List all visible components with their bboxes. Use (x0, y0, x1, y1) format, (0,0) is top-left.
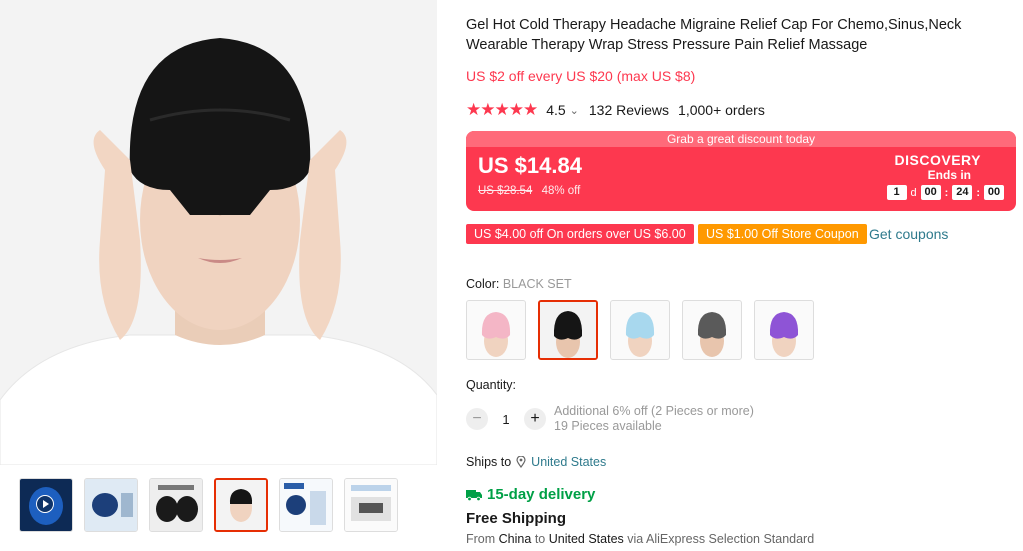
store-promo[interactable]: US $2 off every US $20 (max US $8) (466, 68, 695, 84)
ships-to-label: Ships to (466, 455, 512, 469)
reviews-link[interactable]: 132 Reviews (589, 102, 669, 118)
color-swatch-light-blue[interactable] (610, 300, 670, 360)
get-coupons-link[interactable]: Get coupons (869, 226, 948, 242)
from-country: China (498, 532, 532, 546)
truck-icon (466, 489, 482, 501)
quantity-decrease-button[interactable]: − (466, 408, 488, 430)
campaign-label: DISCOVERY (894, 152, 981, 168)
thumbnail-video[interactable] (19, 478, 73, 532)
color-swatch-pink[interactable] (466, 300, 526, 360)
coupon-store[interactable]: US $1.00 Off Store Coupon (698, 224, 867, 244)
thumbnail-6[interactable] (344, 478, 398, 532)
ships-to-row: Ships to United States (466, 455, 606, 469)
shipping-method: via AliExpress Selection Standard (627, 532, 815, 546)
delivery-days: 15-day delivery (487, 486, 596, 503)
thumbnail-5[interactable] (279, 478, 333, 532)
quantity-label: Quantity: (466, 378, 517, 392)
color-label-text: Color: (466, 277, 503, 291)
from-prefix: From (466, 532, 496, 546)
rating-value[interactable]: 4.5 (546, 102, 565, 118)
main-product-image[interactable] (0, 0, 437, 465)
location-pin-icon (516, 456, 526, 468)
quantity-increase-button[interactable]: + (524, 408, 546, 430)
price-box: Grab a great discount today US $14.84 US… (466, 131, 1016, 211)
thumbnail-2[interactable] (84, 478, 138, 532)
discount-banner: Grab a great discount today (466, 131, 1016, 147)
shipping-route: From China to United States via AliExpre… (466, 532, 814, 546)
timer-days: 1 (886, 185, 907, 200)
thumbnail-4-selected[interactable] (214, 478, 268, 532)
bulk-discount-note: Additional 6% off (2 Pieces or more) (554, 404, 754, 418)
ends-in-label: Ends in (927, 168, 971, 182)
delivery-estimate: 15-day delivery (466, 486, 595, 503)
color-label: Color: BLACK SET (466, 277, 572, 291)
timer-hours: 00 (920, 185, 941, 200)
color-swatch-purple[interactable] (754, 300, 814, 360)
color-swatches (466, 300, 814, 360)
color-swatch-black[interactable] (538, 300, 598, 360)
stock-available: 19 Pieces available (554, 419, 662, 433)
quantity-stepper: − 1 + (466, 408, 546, 430)
color-swatch-gray[interactable] (682, 300, 742, 360)
coupon-order-discount[interactable]: US $4.00 off On orders over US $6.00 (466, 224, 694, 244)
thumbnail-3[interactable] (149, 478, 203, 532)
to-country: United States (548, 532, 624, 546)
original-price: US $28.54 (478, 185, 533, 197)
timer-days-label: d (910, 186, 917, 199)
color-selected-value: BLACK SET (502, 277, 572, 291)
star-rating-icon: ★★★★★ (466, 100, 538, 119)
rating-row: ★★★★★ 4.5 ⌄ 132 Reviews 1,000+ orders (466, 100, 765, 120)
original-price-row: US $28.54 48% off (478, 185, 580, 197)
product-title: Gel Hot Cold Therapy Headache Migraine R… (466, 17, 962, 53)
play-icon (36, 495, 54, 513)
free-shipping-label: Free Shipping (466, 510, 567, 527)
timer-seconds: 00 (984, 185, 1004, 200)
to-word: to (534, 532, 546, 546)
quantity-note: Additional 6% off (2 Pieces or more) 19 … (554, 404, 754, 434)
quantity-value[interactable]: 1 (488, 412, 524, 427)
orders-count: 1,000+ orders (678, 102, 765, 118)
discount-percent: 48% off (541, 185, 581, 197)
current-price: US $14.84 (478, 153, 582, 178)
ships-to-country[interactable]: United States (531, 455, 606, 469)
chevron-down-icon[interactable]: ⌄ (570, 104, 579, 117)
timer-minutes: 24 (952, 185, 973, 200)
thumbnail-strip (19, 478, 398, 532)
countdown-timer: 1 d 00 : 24 : 00 (886, 185, 1004, 200)
